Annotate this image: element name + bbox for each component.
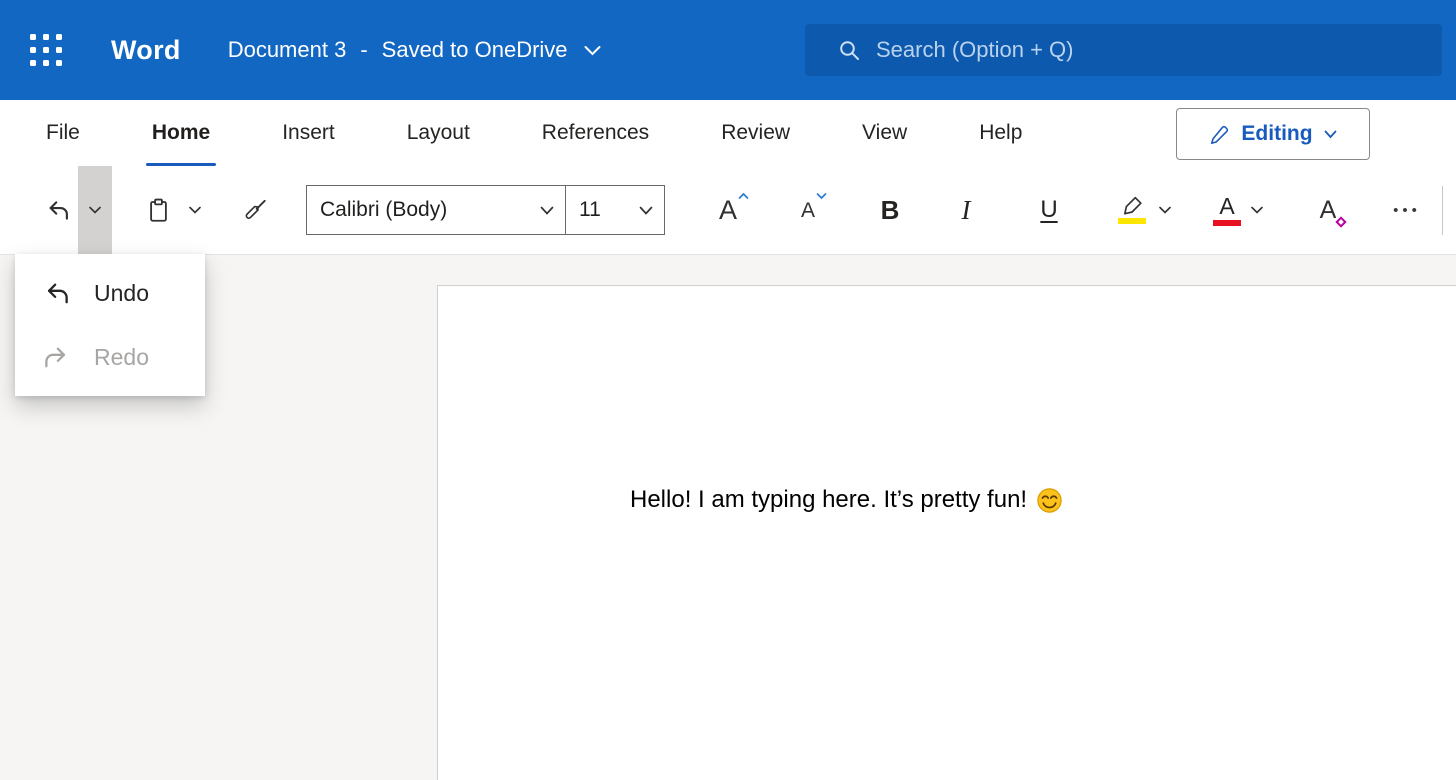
menu-item-undo[interactable]: Undo [15,261,205,325]
format-painter-button[interactable] [232,181,278,239]
undo-dropdown-button[interactable] [78,166,112,254]
app-name: Word [111,35,181,66]
chevron-down-icon [584,45,601,56]
undo-button[interactable] [36,181,78,239]
pencil-icon [1209,124,1230,145]
bold-button[interactable]: B [875,181,905,239]
tab-file[interactable]: File [10,100,116,166]
font-size-select[interactable]: 11 [565,185,665,235]
tab-layout[interactable]: Layout [371,100,506,166]
document-page[interactable]: Hello! I am typing here. It’s pretty fun… [437,285,1456,780]
document-canvas: Hello! I am typing here. It’s pretty fun… [0,255,1456,780]
bold-letter: B [881,195,900,226]
menu-item-label: Redo [94,344,149,371]
tab-help[interactable]: Help [943,100,1058,166]
italic-letter: I [962,195,971,226]
clear-formatting-letter: A [1320,196,1337,225]
font-color-button[interactable]: A [1211,181,1243,239]
font-name-value: Calibri (Body) [307,198,540,222]
highlight-color-bar [1118,218,1146,224]
save-status: Saved to OneDrive [382,37,568,63]
menu-item-redo[interactable]: Redo [15,325,205,389]
underline-letter: U [1040,196,1057,224]
app-header: Word Document 3 - Saved to OneDrive [0,0,1456,100]
chevron-down-icon [189,206,201,214]
eraser-diamond-icon [1335,216,1346,227]
app-launcher-icon[interactable] [30,34,62,66]
menu-item-label: Undo [94,280,149,307]
underline-button[interactable]: U [1035,181,1063,239]
tab-insert[interactable]: Insert [246,100,371,166]
chevron-down-icon [639,206,653,215]
ellipsis-icon: ••• [1393,202,1421,219]
document-name: Document 3 [228,37,347,63]
more-options-button[interactable]: ••• [1387,181,1427,239]
paste-dropdown-button[interactable] [180,166,210,254]
document-title-button[interactable]: Document 3 - Saved to OneDrive [228,37,601,63]
redo-icon [43,344,70,371]
text-highlight-button[interactable] [1113,181,1151,239]
undo-icon [45,198,70,223]
ribbon-toolbar: Calibri (Body) 11 A A B I U [0,166,1456,255]
search-icon [838,39,861,62]
document-paragraph[interactable]: Hello! I am typing here. It’s pretty fun… [630,486,1063,514]
caret-down-icon [816,192,827,200]
chevron-down-icon [540,206,554,215]
clear-formatting-button[interactable]: A [1309,181,1347,239]
tab-home[interactable]: Home [116,100,246,166]
paste-button[interactable] [136,181,180,239]
chevron-down-icon [1159,206,1171,214]
undo-dropdown-menu: Undo Redo [15,254,205,396]
tab-view[interactable]: View [826,100,943,166]
highlighter-icon [1120,196,1145,216]
paragraph-text: Hello! I am typing here. It’s pretty fun… [630,486,1027,514]
search-input[interactable] [861,36,1442,64]
toolbar-group-divider [1442,186,1443,235]
chevron-down-icon [1324,130,1337,139]
tab-review[interactable]: Review [685,100,826,166]
font-color-dropdown-button[interactable] [1247,181,1267,239]
editing-mode-button[interactable]: Editing [1176,108,1370,160]
ribbon-tabs: File Home Insert Layout References Revie… [0,100,1456,166]
editing-mode-label: Editing [1241,122,1312,146]
search-box[interactable] [805,24,1442,76]
text-highlight-dropdown-button[interactable] [1155,181,1175,239]
shrink-font-button[interactable]: A [787,181,829,239]
clipboard-icon [147,198,170,223]
chevron-down-icon [89,206,101,214]
font-color-bar [1213,220,1241,226]
grow-font-letter: A [719,197,737,224]
chevron-down-icon [1251,206,1263,214]
italic-button[interactable]: I [955,181,977,239]
undo-icon [43,280,70,307]
font-color-letter: A [1219,195,1234,218]
word-web-app: Word Document 3 - Saved to OneDrive File… [0,0,1456,780]
grow-font-button[interactable]: A [705,181,751,239]
caret-up-icon [738,192,749,200]
smiling-face-emoji [1036,487,1063,514]
format-painter-icon [242,197,268,223]
shrink-font-letter: A [801,200,815,221]
font-size-value: 11 [566,198,639,222]
title-separator: - [360,37,367,63]
tab-references[interactable]: References [506,100,685,166]
font-name-select[interactable]: Calibri (Body) [306,185,566,235]
